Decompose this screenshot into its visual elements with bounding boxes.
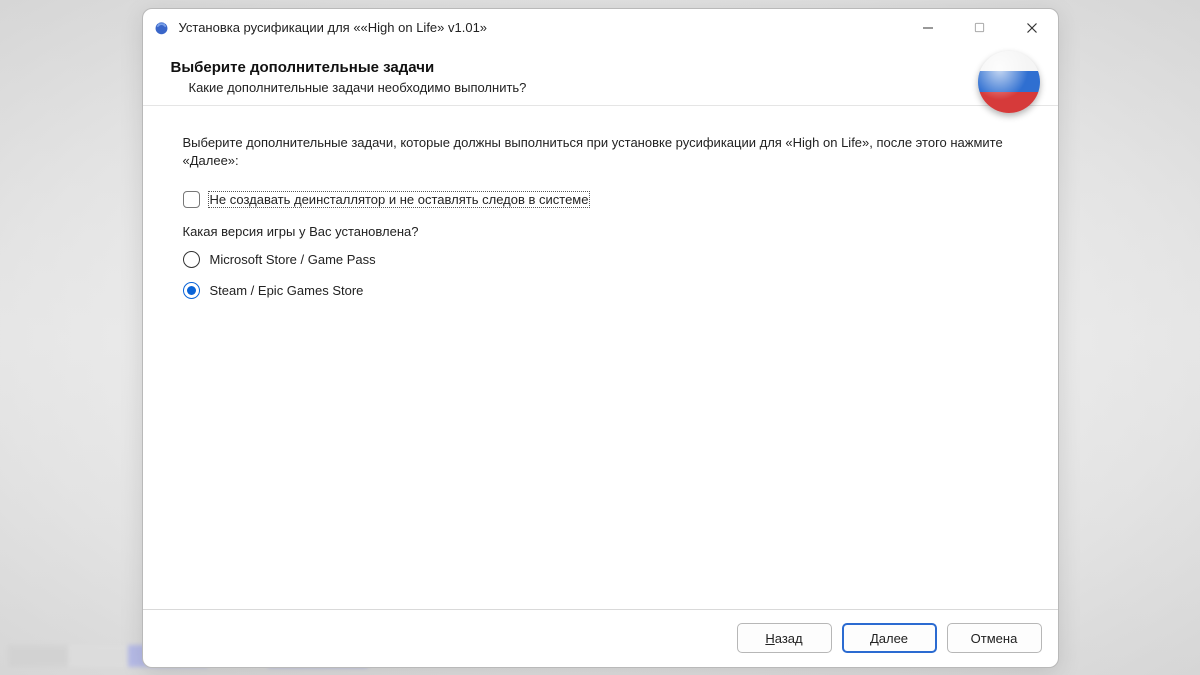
radio-steam[interactable] xyxy=(183,282,200,299)
page-title: Выберите дополнительные задачи xyxy=(171,59,1030,76)
close-button[interactable] xyxy=(1006,9,1058,47)
installer-window: Установка русификации для ««High on Life… xyxy=(142,8,1059,668)
wizard-footer: Назад Далее Отмена xyxy=(143,609,1058,667)
installer-icon xyxy=(153,19,171,37)
version-question: Какая версия игры у Вас установлена? xyxy=(183,224,1018,239)
back-button[interactable]: Назад xyxy=(737,623,832,653)
titlebar: Установка русификации для ««High on Life… xyxy=(143,9,1058,47)
checkbox-option[interactable]: Не создавать деинсталлятор и не оставлят… xyxy=(183,191,1018,208)
russian-flag-icon xyxy=(978,51,1040,113)
radio-option-steam[interactable]: Steam / Epic Games Store xyxy=(183,282,1018,299)
radio-option-msstore[interactable]: Microsoft Store / Game Pass xyxy=(183,251,1018,268)
maximize-button[interactable] xyxy=(954,9,1006,47)
checkbox-no-uninstaller[interactable] xyxy=(183,191,200,208)
radio-label: Steam / Epic Games Store xyxy=(210,283,364,298)
wizard-header: Выберите дополнительные задачи Какие доп… xyxy=(143,47,1058,105)
radio-msstore[interactable] xyxy=(183,251,200,268)
next-button[interactable]: Далее xyxy=(842,623,937,653)
radio-label: Microsoft Store / Game Pass xyxy=(210,252,376,267)
checkbox-label: Не создавать деинсталлятор и не оставлят… xyxy=(208,191,591,208)
intro-text: Выберите дополнительные задачи, которые … xyxy=(183,134,1018,172)
page-subtitle: Какие дополнительные задачи необходимо в… xyxy=(189,80,1030,95)
minimize-button[interactable] xyxy=(902,9,954,47)
wizard-content: Выберите дополнительные задачи, которые … xyxy=(143,106,1058,609)
cancel-button[interactable]: Отмена xyxy=(947,623,1042,653)
window-title: Установка русификации для ««High on Life… xyxy=(179,20,902,35)
